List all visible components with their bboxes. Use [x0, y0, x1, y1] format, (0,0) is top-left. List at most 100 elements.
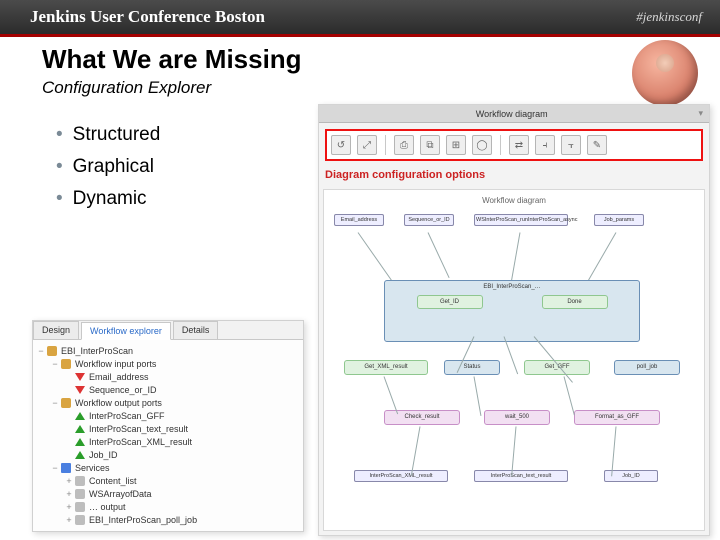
dn-icon [75, 373, 85, 381]
jenkins-logo-icon [632, 40, 698, 106]
diagram-canvas: Workflow diagram Email_address Sequence_… [323, 189, 705, 531]
service-node[interactable]: wait_500 [484, 410, 550, 425]
service-node[interactable]: Get_XML_result [344, 360, 428, 375]
tree-node[interactable]: Job_ID [37, 448, 301, 461]
header-title: Jenkins User Conference Boston [30, 7, 265, 27]
twisty-icon[interactable]: + [65, 476, 73, 486]
diagram-titlebar: Workflow diagram ▾ [319, 105, 709, 123]
doc-icon [75, 489, 85, 499]
tree-label: InterProScan_GFF [89, 411, 165, 421]
twisty-icon[interactable]: − [51, 359, 59, 369]
tab-workflow-explorer[interactable]: Workflow explorer [81, 322, 171, 340]
tree-label: Workflow output ports [75, 398, 162, 408]
output-port[interactable]: InterProScan_XML_result [354, 470, 448, 482]
twisty-icon[interactable]: − [51, 398, 59, 408]
toolbar-button[interactable]: ⫞ [535, 135, 555, 155]
fld-icon [61, 398, 71, 408]
header-bar: Jenkins User Conference Boston #jenkinsc… [0, 0, 720, 34]
doc-icon [75, 476, 85, 486]
doc-icon [75, 502, 85, 512]
bullet-text: Dynamic [73, 188, 147, 209]
tree-node[interactable]: − Workflow output ports [37, 396, 301, 409]
twisty-icon[interactable]: + [65, 489, 73, 499]
tree-label: Job_ID [89, 450, 118, 460]
twisty-icon[interactable]: + [65, 502, 73, 512]
diagram-toolbar: ↺ ⤢ ⎙ ⧉ ⊞ ◯ ⇄ ⫞ ⫟ ✎ [325, 129, 703, 161]
node-label: EBI_InterProScan_… [387, 284, 637, 291]
twisty-icon[interactable]: + [65, 515, 73, 525]
dropdown-icon[interactable]: ▾ [698, 108, 703, 119]
tree-node[interactable]: InterProScan_XML_result [37, 435, 301, 448]
toolbar-button[interactable]: ⤢ [357, 135, 377, 155]
canvas-title: Workflow diagram [324, 196, 704, 205]
bullet-text: Graphical [73, 156, 154, 177]
tree-node[interactable]: + Content_list [37, 474, 301, 487]
up-icon [75, 412, 85, 420]
tree-node[interactable]: −Services [37, 461, 301, 474]
tree-node[interactable]: Sequence_or_ID [37, 383, 301, 396]
tree-label: InterProScan_XML_result [89, 437, 192, 447]
slide-subtitle: Configuration Explorer [42, 78, 211, 98]
screenshot-workflow-explorer: Design Workflow explorer Details −EBI_In… [32, 320, 304, 532]
tree-node[interactable]: InterProScan_GFF [37, 409, 301, 422]
twisty-icon[interactable]: − [51, 463, 59, 473]
service-node[interactable]: Status [444, 360, 500, 375]
tab-details[interactable]: Details [173, 321, 219, 339]
toolbar-button[interactable]: ⫟ [561, 135, 581, 155]
dn-icon [75, 386, 85, 394]
tree-node[interactable]: − Workflow input ports [37, 357, 301, 370]
up-icon [75, 425, 85, 433]
bullet-dot-icon: • [56, 124, 63, 145]
tree-label: EBI_InterProScan_poll_job [89, 515, 197, 525]
diagram-tab-label: Workflow diagram [476, 109, 548, 119]
input-port[interactable]: Job_params [594, 214, 644, 226]
toolbar-button[interactable]: ◯ [472, 135, 492, 155]
tree-node[interactable]: + EBI_InterProScan_poll_job [37, 513, 301, 526]
tree-label: Content_list [89, 476, 137, 486]
service-node-ebi[interactable]: EBI_InterProScan_… Get_ID Done [384, 280, 640, 342]
tab-bar: Design Workflow explorer Details [33, 321, 303, 340]
service-node[interactable]: Format_as_GFF [574, 410, 660, 425]
toolbar-button[interactable]: ⧉ [420, 135, 440, 155]
up-icon [75, 438, 85, 446]
diagram-caption: Diagram configuration options [319, 167, 709, 185]
slide: Jenkins User Conference Boston #jenkinsc… [0, 0, 720, 540]
tree-label: EBI_InterProScan [61, 346, 133, 356]
service-node[interactable]: poll_job [614, 360, 680, 375]
tree-label: Email_address [89, 372, 149, 382]
tree-label: … output [89, 502, 126, 512]
tree-node[interactable]: Email_address [37, 370, 301, 383]
sub-node[interactable]: Get_ID [417, 295, 483, 310]
toolbar-button[interactable]: ⇄ [509, 135, 529, 155]
fld-icon [61, 359, 71, 369]
fld-icon [47, 346, 57, 356]
tree-node[interactable]: − EBI_InterProScan [37, 344, 301, 357]
input-port[interactable]: Sequence_or_ID [404, 214, 454, 226]
slide-title: What We are Missing [42, 44, 302, 75]
input-port[interactable]: WSInterProScan_runInterProScan_async [474, 214, 568, 226]
output-port[interactable]: InterProScan_text_result [474, 470, 568, 482]
bullet-text: Structured [73, 124, 161, 145]
toolbar-button[interactable]: ⊞ [446, 135, 466, 155]
twisty-icon[interactable]: − [37, 346, 45, 356]
tab-design[interactable]: Design [33, 321, 79, 339]
tree-view: −EBI_InterProScan−Workflow input portsEm… [33, 340, 303, 528]
tree-node[interactable]: InterProScan_text_result [37, 422, 301, 435]
bullet-dot-icon: • [56, 156, 63, 177]
input-port[interactable]: Email_address [334, 214, 384, 226]
bullet-dot-icon: • [56, 188, 63, 209]
doc-icon [75, 515, 85, 525]
toolbar-button[interactable]: ⎙ [394, 135, 414, 155]
tree-node[interactable]: + … output [37, 500, 301, 513]
tree-label: InterProScan_text_result [89, 424, 188, 434]
tree-node[interactable]: +WSArrayofData [37, 487, 301, 500]
toolbar-wrap: ↺ ⤢ ⎙ ⧉ ⊞ ◯ ⇄ ⫞ ⫟ ✎ [319, 123, 709, 167]
screenshot-workflow-diagram: Workflow diagram ▾ ↺ ⤢ ⎙ ⧉ ⊞ ◯ ⇄ ⫞ ⫟ ✎ Diagram co… [318, 104, 710, 536]
svc-icon [61, 463, 71, 473]
bullet-item: • Dynamic [56, 188, 160, 210]
toolbar-button[interactable]: ↺ [331, 135, 351, 155]
sub-node[interactable]: Done [542, 295, 608, 310]
service-node[interactable]: Check_result [384, 410, 460, 425]
tree-label: Workflow input ports [75, 359, 156, 369]
toolbar-button[interactable]: ✎ [587, 135, 607, 155]
